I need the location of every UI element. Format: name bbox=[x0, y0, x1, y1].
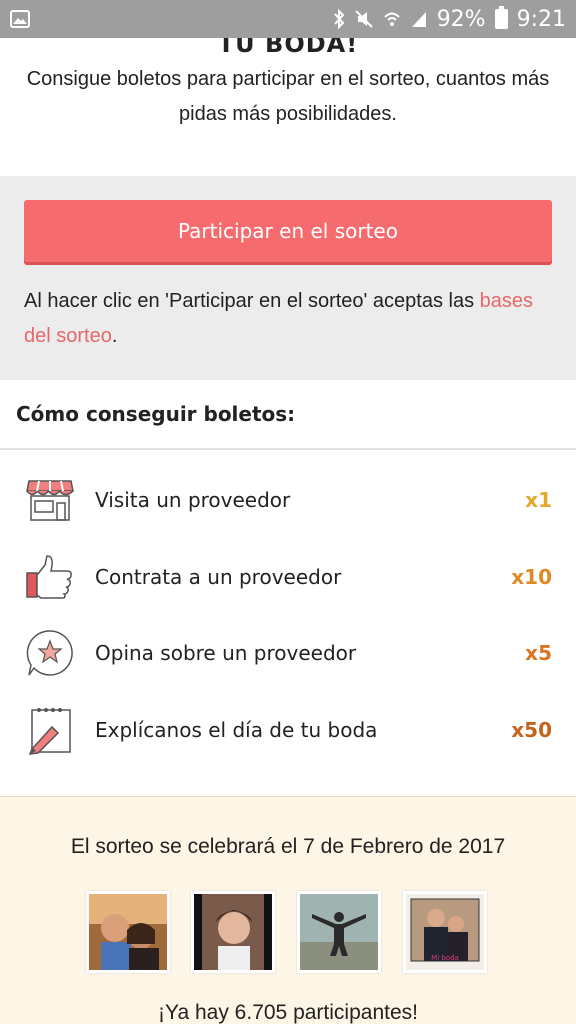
intro-text: Consigue boletos para participar en el s… bbox=[26, 68, 550, 125]
participate-button[interactable]: Participar en el sorteo bbox=[24, 200, 552, 262]
terms-note-text: Al hacer clic en 'Participar en el sorte… bbox=[24, 290, 480, 312]
status-notifications bbox=[10, 10, 30, 28]
notepad-pencil-icon bbox=[24, 704, 76, 756]
participant-photo[interactable] bbox=[297, 891, 381, 973]
way-review-vendor[interactable]: Opina sobre un proveedor x5 bbox=[0, 623, 576, 683]
store-icon bbox=[24, 474, 76, 526]
terms-note: Al hacer clic en 'Participar en el sorte… bbox=[24, 284, 552, 354]
participant-photo[interactable]: Mi boda bbox=[403, 891, 487, 973]
way-multiplier: x5 bbox=[525, 641, 552, 665]
way-label: Opina sobre un proveedor bbox=[95, 641, 357, 665]
how-header: Cómo conseguir boletos: bbox=[0, 380, 576, 450]
participant-photo[interactable] bbox=[191, 891, 275, 973]
status-bar: 92% 9:21 bbox=[0, 0, 576, 38]
intro-section: TU BODA! Consigue boletos para participa… bbox=[0, 38, 576, 176]
battery-percent: 92% bbox=[436, 6, 486, 32]
way-label: Explícanos el día de tu boda bbox=[95, 718, 378, 742]
way-label: Contrata a un proveedor bbox=[95, 565, 342, 589]
participants-count: ¡Ya hay 6.705 participantes! bbox=[158, 1001, 418, 1024]
photo-signature: Mi boda bbox=[431, 954, 459, 962]
participant-photos: Mi boda bbox=[0, 891, 576, 975]
way-visit-vendor[interactable]: Visita un proveedor x1 bbox=[0, 470, 576, 530]
terms-note-suffix: . bbox=[111, 325, 118, 347]
mute-icon bbox=[354, 9, 374, 29]
battery-icon bbox=[494, 6, 508, 29]
intro-title: TU BODA! bbox=[217, 38, 359, 58]
draw-date: El sorteo se celebrará el 7 de Febrero d… bbox=[70, 835, 506, 858]
way-multiplier: x50 bbox=[511, 718, 552, 742]
draw-info-section: El sorteo se celebrará el 7 de Febrero d… bbox=[0, 796, 576, 1024]
how-title: Cómo conseguir boletos: bbox=[16, 402, 296, 426]
cta-section: Participar en el sorteo Al hacer clic en… bbox=[0, 176, 576, 380]
clock: 9:21 bbox=[516, 6, 566, 32]
wifi-icon bbox=[383, 10, 401, 28]
way-hire-vendor[interactable]: Contrata a un proveedor x10 bbox=[0, 547, 576, 607]
way-multiplier: x1 bbox=[525, 488, 552, 512]
thumbs-up-icon bbox=[24, 551, 76, 603]
image-notification-icon bbox=[10, 10, 30, 28]
ways-list: Visita un proveedor x1 Contrata a un pro… bbox=[0, 460, 576, 796]
way-multiplier: x10 bbox=[511, 565, 552, 589]
signal-icon bbox=[410, 10, 428, 28]
way-label: Visita un proveedor bbox=[95, 488, 291, 512]
star-chat-icon bbox=[24, 627, 76, 679]
status-system: 92% 9:21 bbox=[333, 6, 566, 32]
way-describe-wedding[interactable]: Explícanos el día de tu boda x50 bbox=[0, 700, 576, 760]
participant-photo[interactable] bbox=[86, 891, 170, 973]
bluetooth-icon bbox=[333, 9, 345, 29]
